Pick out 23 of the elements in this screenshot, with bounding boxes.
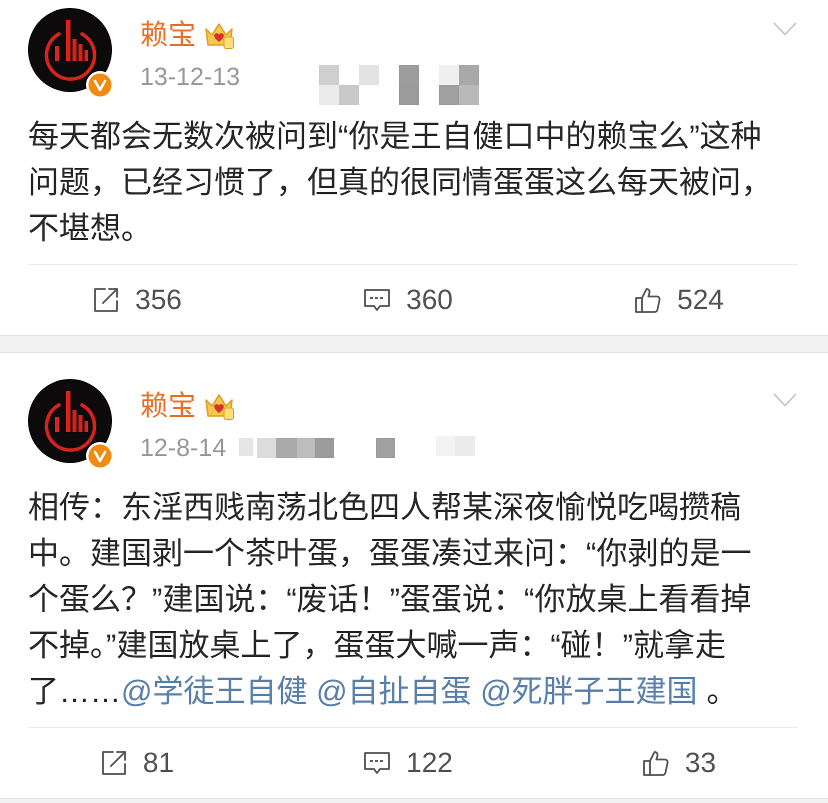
repost-button[interactable]: 356 (93, 283, 182, 317)
mention-link[interactable]: @死胖子王建国 (480, 674, 698, 709)
mention-link[interactable]: @自扯自蛋 (316, 674, 472, 709)
comment-bubble-icon (364, 287, 390, 313)
thumbs-up-icon (635, 287, 662, 313)
post-date: 12-8-14 (140, 433, 226, 463)
avatar-icon[interactable] (28, 8, 112, 92)
post-date: 13-12-13 (140, 62, 240, 92)
share-arrow-icon (100, 750, 127, 776)
post-text: 相传：东淫西贱南荡北色四人帮某深夜愉悦吃喝攒稿 中。建国剥一个茶叶蛋，蛋蛋凑过来问：“你剥的是一 个蛋么？”建国说：“废话！”蛋蛋说：“你放桌上看看掉 不掉。”建国放桌上了，蛋蛋大喊一声：“碰！”就拿走 了……@学徒王自健 @自扯自蛋 @死胖子王建国 。 (28, 489, 752, 711)
chevron-down-icon (773, 22, 797, 36)
mention-link[interactable]: @学徒王自健 (121, 674, 308, 709)
comment-button[interactable]: 122 (364, 746, 453, 780)
share-arrow-icon (93, 287, 120, 313)
post-text: 每天都会无数次被问到“你是王自健口中的赖宝么”这种 问题，已经习惯了，但真的很同情蛋蛋这么每天被问， 不堪想。 (28, 118, 773, 248)
thumbs-up-icon (642, 750, 669, 776)
comment-button[interactable]: 360 (364, 283, 453, 317)
like-button[interactable]: 524 (635, 283, 724, 317)
repost-button[interactable]: 81 (100, 746, 174, 780)
chevron-down-icon (773, 393, 797, 407)
avatar-icon[interactable] (28, 379, 112, 463)
comment-bubble-icon (364, 750, 390, 776)
like-button[interactable]: 33 (642, 746, 716, 780)
